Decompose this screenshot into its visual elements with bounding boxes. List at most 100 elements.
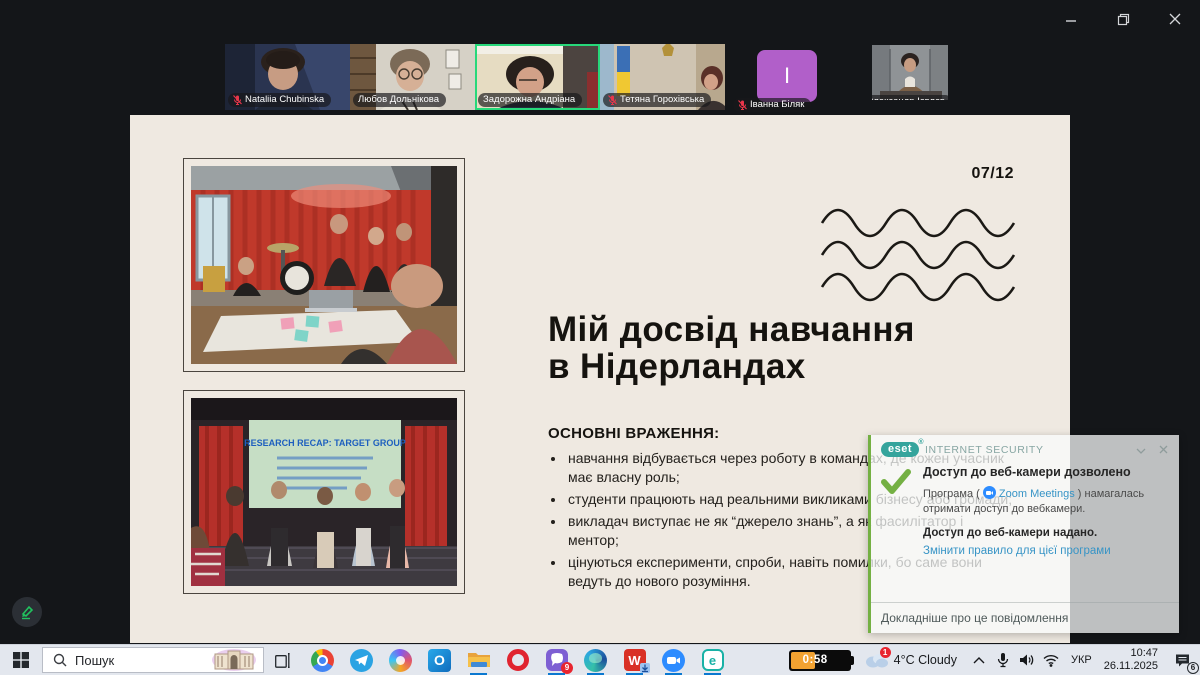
zoom-meetings-link[interactable]: Zoom Meetings [999,488,1075,500]
file-explorer-icon [467,650,491,670]
eset-icon: e [702,649,724,671]
participant-name: Nataliia Chubinska [245,94,324,105]
telegram-button[interactable] [342,645,381,675]
edge-icon [584,649,607,672]
download-arrow-badge [640,663,650,673]
viber-badge: 9 [561,662,573,674]
notification-count-badge: 6 [1187,662,1199,674]
eset-popup-message: Програма ( Zoom Meetings ) намагалась от… [923,486,1169,517]
muted-mic-icon [233,95,242,105]
slide-photo-presentation: RESEARCH RECAP: TARGET GROUP [183,390,465,594]
search-icon [53,653,67,667]
participant-name-label: Тетяна Горохівська [603,93,711,107]
windows-logo-icon [13,652,29,668]
popup-close-icon[interactable] [1155,443,1171,457]
eset-notification-popup: eset® INTERNET SECURITY Доступ до веб-ка… [868,435,1179,633]
language-indicator[interactable]: УКР [1063,654,1100,666]
success-checkmark-icon [881,465,913,602]
participant-name-label: Nataliia Chubinska [228,93,331,107]
participant-video-strip: Nataliia Chubinska Любов Дольнікова [0,44,1200,116]
eset-app-button[interactable]: e [693,645,732,675]
start-button[interactable] [0,645,42,675]
slide-photo-workshop [183,158,465,372]
telegram-icon [350,649,373,672]
participant-name: Задорожна Андріана [483,94,575,105]
taskbar-search-box[interactable]: Пошук [42,647,264,673]
close-button[interactable] [1158,6,1192,32]
eset-footer-link[interactable]: Докладніше про це повідомлення [871,602,1179,633]
eset-popup-title: Доступ до веб-камери дозволено [923,465,1169,479]
chrome-icon [311,649,334,672]
video-tile[interactable]: Любов Дольнікова [350,44,475,110]
message-prefix: Програма ( [923,488,980,500]
slide-title-line2: в Нідерландах [548,348,915,385]
search-highlight-building-icon [211,648,257,672]
annotate-button[interactable] [12,597,42,627]
copilot-icon [389,649,412,672]
file-explorer-button[interactable] [459,645,498,675]
notification-center-button[interactable]: 6 [1166,645,1200,675]
wifi-icon[interactable] [1039,645,1063,675]
opera-button[interactable] [498,645,537,675]
collapse-chevron-icon[interactable] [1133,443,1149,457]
avatar-letter: І [784,63,790,89]
eset-popup-body: Доступ до веб-камери дозволено Програма … [871,459,1179,602]
outlook-icon: O [428,649,451,672]
eset-granted-text: Доступ до веб-камери надано. [923,527,1169,539]
eset-product-name: INTERNET SECURITY [925,444,1127,456]
slide-section-heading: ОСНОВНІ ВРАЖЕННЯ: [548,425,719,442]
video-tile[interactable]: Тетяна Горохівська [600,44,725,110]
participant-name: Любов Дольнікова [358,94,439,105]
waves-decoration [820,207,1016,307]
word-download-button[interactable]: W [615,645,654,675]
chrome-button[interactable] [303,645,342,675]
muted-mic-icon [608,95,617,105]
timer-value: 0:58 [803,654,828,666]
search-placeholder: Пошук [75,653,203,668]
microphone-icon[interactable] [991,645,1015,675]
tray-expand-button[interactable] [967,645,991,675]
system-tray: 0:58 1 4°C Cloudy [789,645,1200,675]
participant-name-label: Олександр Ієвлєв [872,95,948,100]
minimize-button[interactable] [1054,6,1088,32]
video-tile-active-speaker[interactable]: Задорожна Андріана [475,44,600,110]
weather-text: 4°C Cloudy [894,653,957,667]
slide-page-number: 07/12 [971,165,1014,183]
edge-button[interactable] [576,645,615,675]
eset-popup-header: eset® INTERNET SECURITY [871,435,1179,459]
tray-time: 10:47 [1104,647,1158,660]
restore-button[interactable] [1106,6,1140,32]
viber-button[interactable]: 9 [537,645,576,675]
recording-timer-widget[interactable]: 0:58 [789,650,851,671]
avatar-tile[interactable]: І [757,50,817,102]
pencil-icon [19,604,35,620]
task-view-icon [275,653,292,668]
tray-date: 26.11.2025 [1104,660,1158,673]
participant-name-label: Іванна Біляк [733,98,811,112]
taskbar: Пошук O [0,644,1200,675]
participant-name: Тетяна Горохівська [620,94,704,105]
change-rule-link[interactable]: Змінити правило для цієї програми [923,545,1169,557]
weather-badge: 1 [880,647,891,658]
zoom-app-button[interactable] [654,645,693,675]
zoom-icon [662,649,685,672]
video-tile[interactable]: Олександр Ієвлєв [872,45,948,100]
eset-logo: eset® [881,442,919,457]
slide-title-line1: Мій досвід навчання [548,311,915,348]
participant-name-label: Задорожна Андріана [478,93,582,107]
photo-screen-title: RESEARCH RECAP: TARGET GROUP [244,438,406,448]
slide-title: Мій досвід навчання в Нідерландах [548,311,915,385]
weather-widget[interactable]: 1 4°C Cloudy [863,650,957,670]
outlook-button[interactable]: O [420,645,459,675]
opera-icon [507,649,529,671]
muted-mic-icon [738,100,747,110]
speaker-icon[interactable] [1015,645,1039,675]
clock-widget[interactable]: 10:47 26.11.2025 [1100,647,1166,673]
copilot-button[interactable] [381,645,420,675]
participant-name: Олександр Ієвлєв [872,96,945,100]
window-controls [1054,6,1192,32]
task-view-button[interactable] [264,645,303,675]
zoom-app-icon [983,486,996,499]
participant-name-label: Любов Дольнікова [353,93,446,107]
video-tile[interactable]: Nataliia Chubinska [225,44,350,110]
